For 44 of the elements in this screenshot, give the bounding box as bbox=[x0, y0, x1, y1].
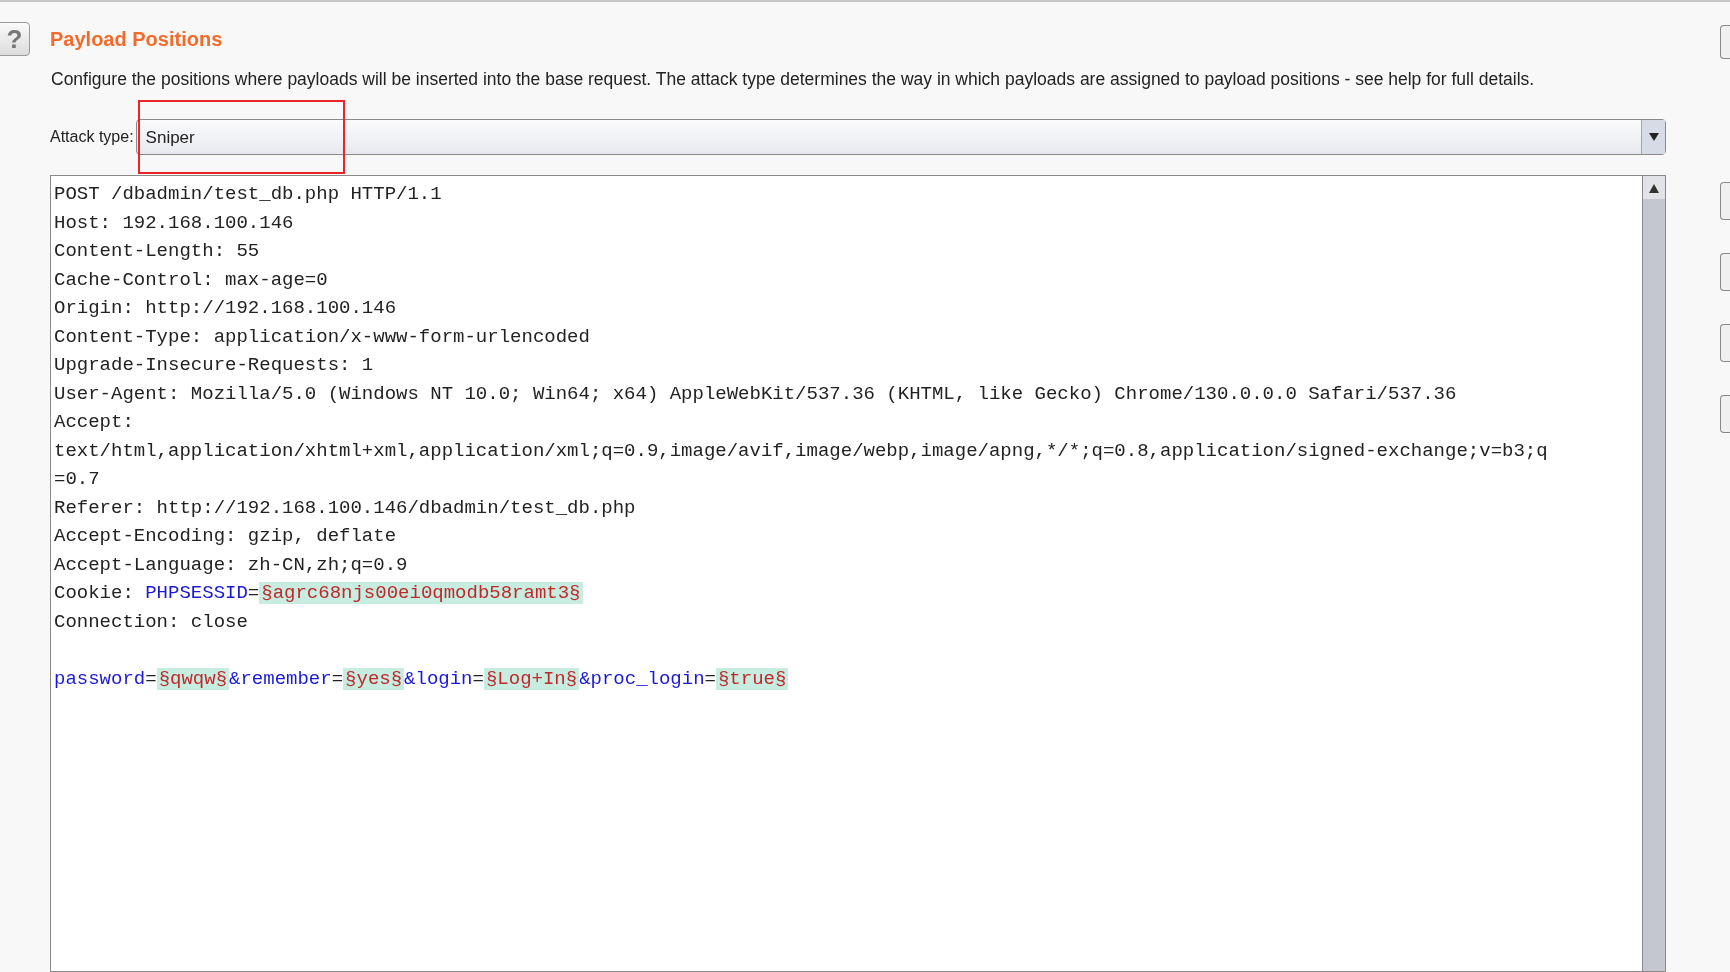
description-text: Configure the positions where payloads will be inserted into the base request. The attack type determines the way in which payloads are assigned to payload positions - see help for full details. bbox=[51, 68, 1536, 91]
payload-marker: §yes§ bbox=[343, 667, 405, 690]
request-text: Accept: bbox=[54, 411, 134, 434]
side-button[interactable] bbox=[1720, 324, 1730, 362]
request-editor[interactable] bbox=[50, 175, 1642, 972]
parameter-name: password bbox=[54, 667, 146, 690]
request-text: Cookie: bbox=[54, 582, 135, 605]
request-text: Content-Type: application/x-www-form-urlencoded bbox=[54, 325, 590, 348]
request-text: Origin: http://192.168.100.146 bbox=[54, 297, 397, 320]
request-text: User-Agent: Mozilla/5.0 (Windows NT 10.0; Win64; x64) AppleWebKit/537.36 (KHTML, like Gecko) Chrome/130.0.0.0 Safari/537.36 bbox=[54, 382, 1457, 405]
side-button[interactable] bbox=[1720, 253, 1730, 291]
scroll-up-icon[interactable] bbox=[1649, 184, 1659, 194]
request-text: Connection: close bbox=[54, 610, 248, 633]
parameter-name: &proc_login bbox=[579, 667, 705, 690]
request-text: = bbox=[472, 667, 484, 690]
request-text: Cache-Control: max-age=0 bbox=[54, 268, 328, 291]
request-text: POST /dbadmin/test_db.php HTTP/1.1 bbox=[54, 183, 442, 206]
payload-marker: §Log+In§ bbox=[483, 667, 580, 690]
parameter-name: PHPSESSID bbox=[145, 582, 248, 605]
parameter-name: &login bbox=[404, 667, 473, 690]
request-text: Host: 192.168.100.146 bbox=[54, 211, 294, 234]
side-button[interactable] bbox=[1720, 25, 1730, 59]
payload-marker: §true§ bbox=[715, 667, 789, 690]
payload-marker: §qwqw§ bbox=[156, 667, 230, 690]
request-text: Accept-Encoding: gzip, deflate bbox=[54, 525, 397, 548]
payload-marker: §agrc68njs00ei0qmodb58ramt3§ bbox=[259, 582, 583, 605]
request-text: Upgrade-Insecure-Requests: 1 bbox=[54, 354, 374, 377]
help-button[interactable]: ? bbox=[0, 22, 30, 56]
side-button[interactable] bbox=[1720, 182, 1730, 220]
section-title: Payload Positions bbox=[50, 27, 223, 52]
request-text: = bbox=[331, 667, 344, 690]
parameter-name: &remember bbox=[229, 667, 332, 690]
side-button[interactable] bbox=[1720, 395, 1730, 433]
attack-type-dropdown[interactable]: Sniper bbox=[135, 119, 1666, 156]
request-text: Accept-Language: zh-CN,zh;q=0.9 bbox=[54, 553, 408, 576]
request-text: = bbox=[704, 667, 716, 690]
request-text: text/html,application/xhtml+xml,application/xml;q=0.9,image/avif,image/webp,image/apng,*/*;q=0.8,application/signed-exchange;v=b3;q bbox=[54, 439, 1548, 462]
request-text: Content-Length: 55 bbox=[54, 240, 260, 263]
dropdown-caret-icon bbox=[1641, 120, 1665, 155]
request-text: = bbox=[145, 667, 157, 690]
request-text: Referer: http://192.168.100.146/dbadmin/test_db.php bbox=[54, 496, 636, 519]
request-text: = bbox=[247, 582, 260, 605]
request-text: =0.7 bbox=[54, 468, 100, 491]
attack-type-label: Attack type: bbox=[50, 127, 134, 148]
